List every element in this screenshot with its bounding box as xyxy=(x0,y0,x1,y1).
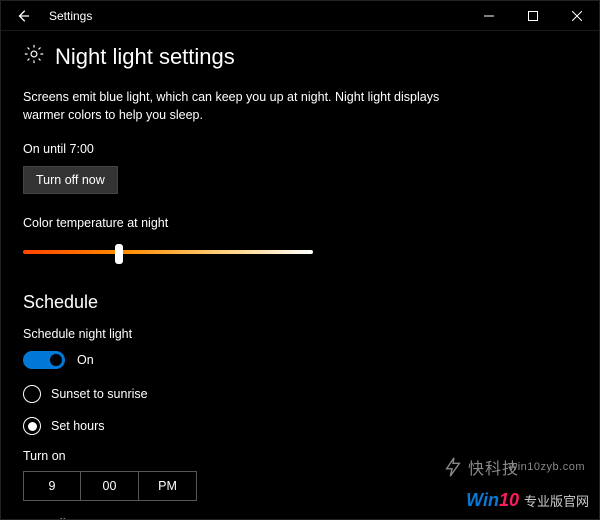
schedule-heading: Schedule xyxy=(23,292,577,313)
page-title: Night light settings xyxy=(55,44,235,70)
back-button[interactable] xyxy=(1,1,45,31)
window-title: Settings xyxy=(45,9,92,23)
page-title-row: Night light settings xyxy=(23,43,577,70)
color-temp-label: Color temperature at night xyxy=(23,216,577,230)
schedule-toggle-label: Schedule night light xyxy=(23,327,577,341)
turn-on-label: Turn on xyxy=(23,449,577,463)
arrow-left-icon xyxy=(16,9,30,23)
turn-off-label: Turn off xyxy=(23,517,577,519)
radio-icon xyxy=(23,417,41,435)
turn-on-minute[interactable]: 00 xyxy=(81,471,139,501)
page-content: Night light settings Screens emit blue l… xyxy=(1,31,599,519)
maximize-icon xyxy=(528,11,538,21)
turn-off-now-button[interactable]: Turn off now xyxy=(23,166,118,194)
radio-sunset-to-sunrise[interactable]: Sunset to sunrise xyxy=(23,385,577,403)
close-button[interactable] xyxy=(555,1,599,31)
radio-sunset-label: Sunset to sunrise xyxy=(51,387,148,401)
maximize-button[interactable] xyxy=(511,1,555,31)
radio-set-hours[interactable]: Set hours xyxy=(23,417,577,435)
slider-track xyxy=(23,250,313,254)
color-temp-slider[interactable] xyxy=(23,240,313,264)
page-description: Screens emit blue light, which can keep … xyxy=(23,88,443,124)
gear-icon xyxy=(23,43,45,70)
toggle-knob xyxy=(50,354,62,366)
schedule-toggle[interactable] xyxy=(23,351,65,369)
window-controls xyxy=(467,1,599,30)
slider-thumb[interactable] xyxy=(115,244,123,264)
turn-on-hour[interactable]: 9 xyxy=(23,471,81,501)
status-text: On until 7:00 xyxy=(23,142,577,156)
radio-set-hours-label: Set hours xyxy=(51,419,105,433)
turn-on-ampm[interactable]: PM xyxy=(139,471,197,501)
turn-on-time-picker: 9 00 PM xyxy=(23,471,577,501)
titlebar: Settings xyxy=(1,1,599,31)
close-icon xyxy=(572,11,582,21)
minimize-icon xyxy=(484,11,494,21)
radio-icon xyxy=(23,385,41,403)
minimize-button[interactable] xyxy=(467,1,511,31)
settings-window: Settings Night light settings Screens em… xyxy=(0,0,600,520)
schedule-toggle-state: On xyxy=(77,353,94,367)
